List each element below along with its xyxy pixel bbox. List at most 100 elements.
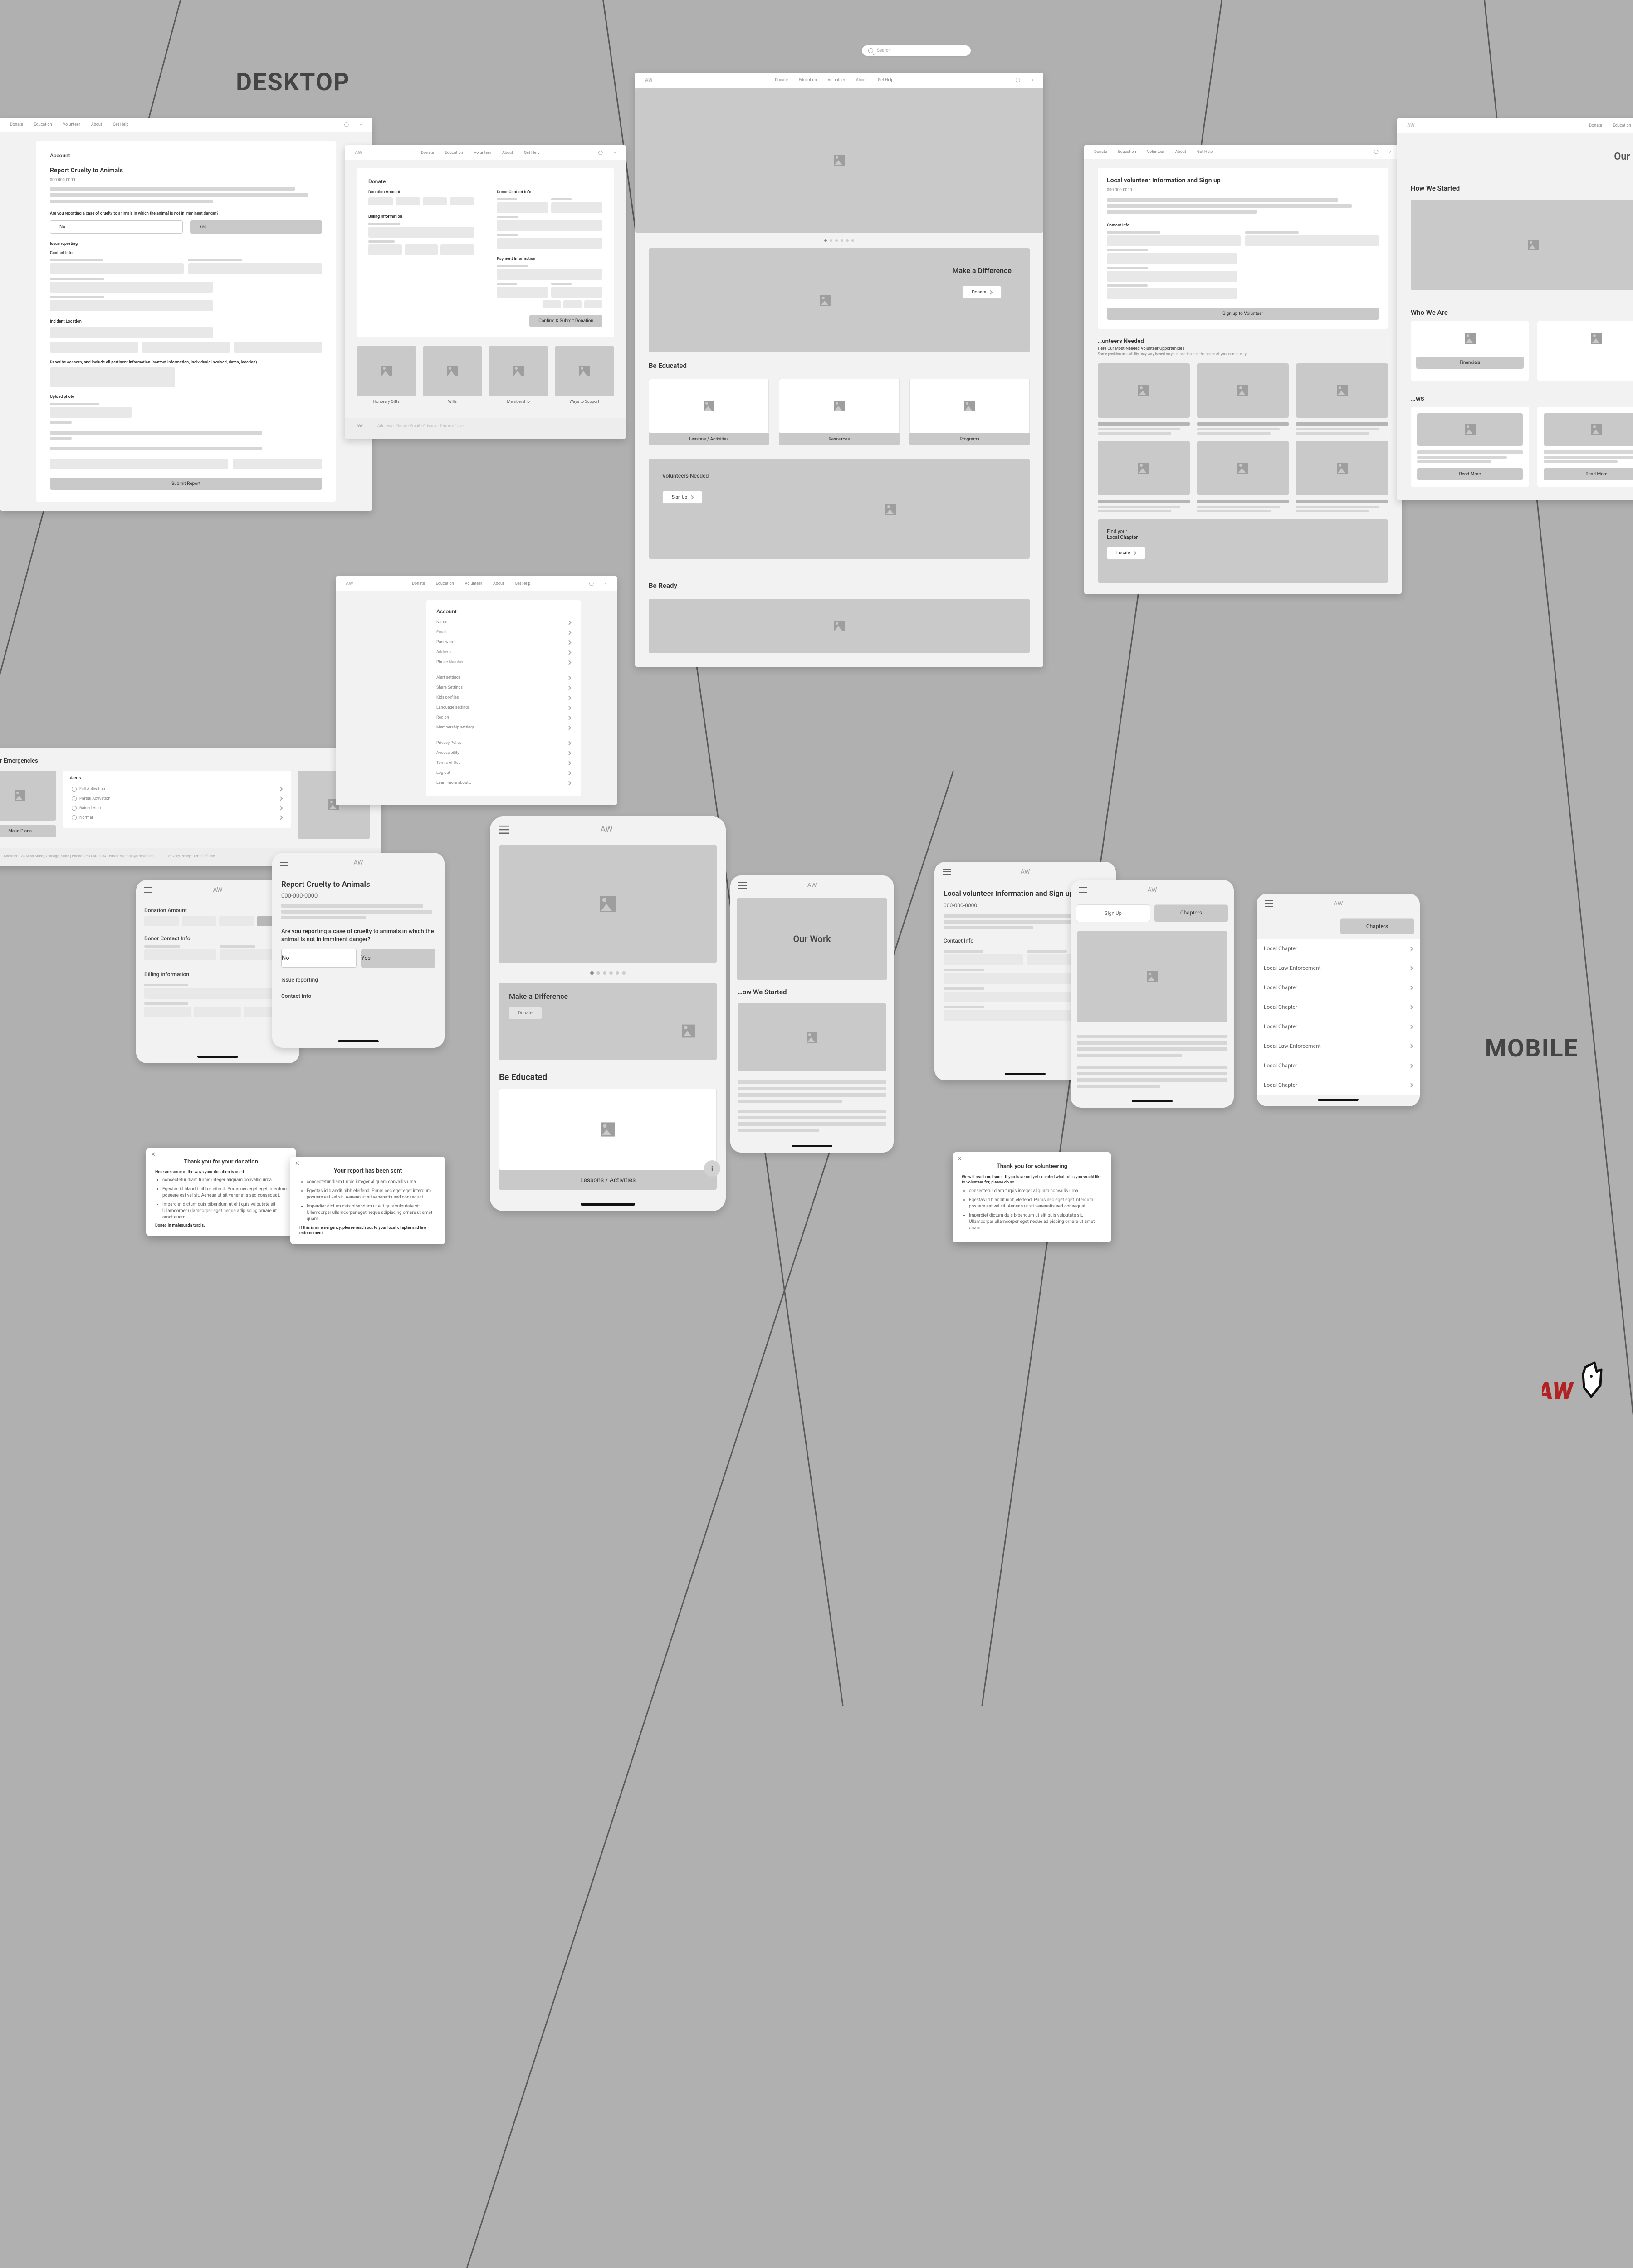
tile-resources[interactable]: Resources: [779, 433, 899, 445]
close-icon[interactable]: ✕: [295, 1160, 300, 1167]
menu-icon[interactable]: [499, 829, 509, 830]
nav-volunteer[interactable]: Volunteer: [63, 122, 80, 127]
alert-option[interactable]: Partial Activation: [70, 794, 284, 803]
carousel-dots[interactable]: [635, 239, 1043, 242]
label-mobile: MOBILE: [1485, 1034, 1579, 1063]
alert-option[interactable]: Normal: [70, 813, 284, 822]
our-work: Our Work: [1397, 151, 1633, 162]
m-how-started: …ow We Started: [730, 982, 894, 1000]
nav-education[interactable]: Education: [34, 122, 52, 127]
settings-row[interactable]: Address: [436, 647, 571, 657]
btn-no[interactable]: No: [281, 949, 357, 968]
chapter-row[interactable]: Local Law Enforcement: [1257, 958, 1420, 978]
promo-0[interactable]: Honorary Gifts: [357, 400, 416, 404]
make-plans[interactable]: Make Plans: [0, 825, 56, 837]
signup-btn[interactable]: Sign Up: [662, 491, 703, 504]
settings-row[interactable]: Privacy Policy: [436, 738, 571, 748]
locate-btn[interactable]: Locate: [1107, 547, 1145, 560]
nav-gethelp[interactable]: Get Help: [113, 122, 129, 127]
nav-donate[interactable]: Donate: [10, 122, 23, 127]
nav: AW Donate Education Volunteer About Get …: [345, 145, 626, 160]
brand[interactable]: AW: [355, 150, 362, 156]
hero-cta-block: Make a Difference Donate: [649, 248, 1030, 352]
settings-row[interactable]: Kids profiles: [436, 693, 571, 703]
promo-1[interactable]: Wills: [423, 400, 483, 404]
menu-icon[interactable]: [943, 871, 951, 872]
screen-account-settings: AW Donate Education Volunteer About Get …: [336, 576, 617, 805]
promo-2[interactable]: Membership: [489, 400, 548, 404]
list-item: Imperdiet dictum duis bibendum ut elit q…: [162, 1202, 287, 1221]
tab-signup[interactable]: Sign Up: [1076, 904, 1150, 922]
user-icon[interactable]: ◯: [344, 122, 349, 127]
vol-note: Some position availability may vary base…: [1084, 351, 1402, 361]
nav-education[interactable]: Education: [445, 151, 463, 155]
search-icon[interactable]: ⌕: [1031, 78, 1033, 83]
menu-icon[interactable]: [280, 862, 288, 863]
image-icon: [513, 366, 524, 376]
settings-row[interactable]: Region: [436, 713, 571, 723]
search-icon[interactable]: ⌕: [360, 122, 362, 127]
close-icon[interactable]: ✕: [151, 1151, 156, 1158]
financials-card[interactable]: Financials: [1411, 321, 1529, 381]
signup-volunteer[interactable]: Sign up to Volunteer: [1107, 308, 1379, 320]
billing-title: Billing Information: [368, 215, 474, 219]
brand-logo: AW: [1542, 1354, 1606, 1408]
chapter-row[interactable]: Local Chapter: [1257, 978, 1420, 997]
alert-option[interactable]: Full Activation: [70, 784, 284, 794]
nav-donate[interactable]: Donate: [421, 151, 434, 155]
modal-title: Thank you for your donation: [155, 1158, 287, 1165]
tab-chapters[interactable]: Chapters: [1340, 918, 1414, 934]
m-donor-contact: Donor Contact Info: [144, 935, 291, 942]
nav-gethelp[interactable]: Get Help: [524, 151, 540, 155]
m-donate-btn[interactable]: Donate: [509, 1007, 542, 1019]
volunteers-block: Volunteers Needed Sign Up: [649, 459, 1030, 559]
image-icon: [447, 366, 458, 376]
submit-report[interactable]: Submit Report: [50, 478, 322, 490]
screen-emergencies-desktop: …re for Emergencies Make Plans Alerts Fu…: [0, 748, 381, 866]
screen-donate-desktop: AW Donate Education Volunteer About Get …: [345, 145, 626, 439]
btn-yes[interactable]: Yes: [361, 949, 435, 968]
tab-chapters[interactable]: Chapters: [1154, 904, 1228, 922]
m-issue-reporting: Issue reporting: [281, 977, 435, 983]
close-icon[interactable]: ✕: [957, 1156, 962, 1163]
settings-row[interactable]: Password: [436, 637, 571, 647]
hero-donate[interactable]: Donate: [962, 286, 1002, 299]
settings-row[interactable]: Name: [436, 617, 571, 627]
menu-icon[interactable]: [738, 885, 747, 886]
tile-lessons[interactable]: Lessons / Activities: [649, 433, 769, 445]
nav-volunteer[interactable]: Volunteer: [474, 151, 491, 155]
nav-about[interactable]: About: [91, 122, 102, 127]
settings-row[interactable]: Membership settings: [436, 723, 571, 733]
settings-row[interactable]: Language settings: [436, 703, 571, 713]
btn-yes[interactable]: Yes: [190, 220, 322, 234]
search-pill[interactable]: Search: [862, 45, 971, 56]
m-tile-lessons[interactable]: Lessons / Activities: [499, 1170, 717, 1190]
chapter-row[interactable]: Local Law Enforcement: [1257, 1036, 1420, 1056]
chapter-row[interactable]: Local Chapter: [1257, 997, 1420, 1017]
nav-about[interactable]: About: [502, 151, 513, 155]
settings-row[interactable]: Accessibility: [436, 748, 571, 758]
settings-row[interactable]: Log out: [436, 768, 571, 778]
settings-row[interactable]: Terms of Use: [436, 758, 571, 768]
settings-row[interactable]: Learn more about…: [436, 778, 571, 788]
search-icon[interactable]: ⌕: [614, 151, 616, 155]
promo-3[interactable]: Ways to Support: [555, 400, 615, 404]
settings-row[interactable]: Email: [436, 627, 571, 637]
chapter-row[interactable]: Local Chapter: [1257, 939, 1420, 958]
chapter-row[interactable]: Local Chapter: [1257, 1017, 1420, 1036]
user-icon[interactable]: ◯: [1016, 78, 1020, 83]
chapter-row[interactable]: Local Chapter: [1257, 1056, 1420, 1075]
chapter-row[interactable]: Local Chapter: [1257, 1075, 1420, 1095]
settings-row[interactable]: Share Settings: [436, 683, 571, 693]
settings-row[interactable]: Phone Number: [436, 657, 571, 667]
tile-programs[interactable]: Programs: [909, 433, 1030, 445]
user-icon[interactable]: ◯: [598, 151, 603, 155]
carousel-dots[interactable]: [490, 971, 726, 975]
settings-row[interactable]: Alert settings: [436, 673, 571, 683]
info-fab[interactable]: i: [704, 1160, 720, 1177]
btn-no[interactable]: No: [50, 220, 183, 234]
hero-title: Make a Difference: [952, 266, 1012, 275]
alert-option[interactable]: Raised Alert: [70, 803, 284, 813]
confirm-donation[interactable]: Confirm & Submit Donation: [529, 315, 602, 327]
read-more[interactable]: Read More: [1417, 468, 1523, 480]
